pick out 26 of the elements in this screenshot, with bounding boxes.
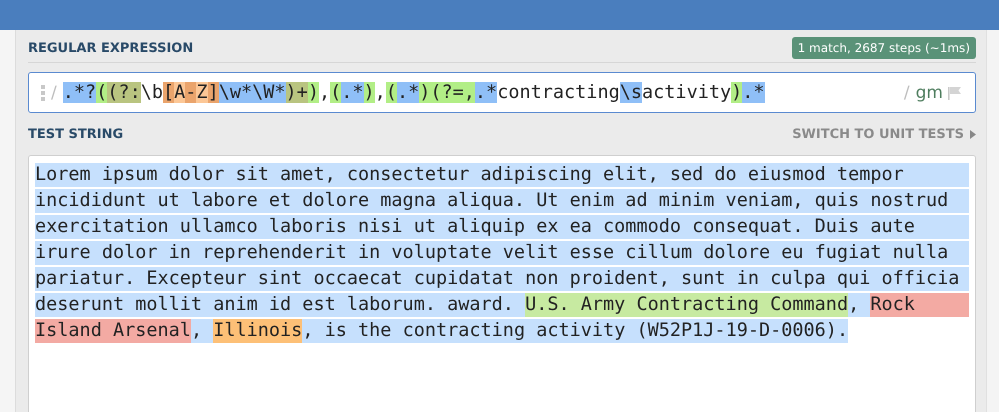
- match-info-badge: 1 match, 2687 steps (~1ms): [792, 37, 976, 59]
- test-text: Lorem ipsum dolor sit amet, consectetur adipiscing elit, sed do eiusmod tempor: [35, 163, 969, 187]
- regex-input-field[interactable]: / .*?((?:\b[A-Z]\w*\W*)+),(.*),(.*)(?=,.*contracting\sactivity).* / gm: [28, 72, 976, 113]
- test-text: ,: [190, 319, 214, 343]
- delimiter: /: [51, 82, 57, 102]
- test-text: exercitation ullamco laboris nisi ut aliquip ex ea commodo consequat. Duis aute: [35, 215, 969, 239]
- test-text: pariatur. Excepteur sint occaecat cupidatat non proident, sunt in culpa qui officia: [35, 267, 969, 291]
- test-text: Rock: [870, 293, 969, 317]
- section-heading: TEST STRING: [28, 127, 124, 142]
- test-text: irure dolor in reprehenderit in voluptate velit esse cillum dolore eu fugiat nulla: [35, 241, 969, 265]
- drag-handle-icon[interactable]: [41, 84, 47, 100]
- test-text: , is the contracting activity (W52P1J-19-D-0006).: [302, 319, 848, 343]
- test-text: Illinois: [213, 319, 302, 343]
- flag-icon[interactable]: [947, 84, 963, 100]
- caret-icon[interactable]: [970, 130, 976, 139]
- regex-text: .*?((?:\b[A-Z]\w*\W*)+),(.*),(.*)(?=,.*contracting\sactivity).*: [62, 80, 765, 104]
- switch-unit-tests-link[interactable]: SWITCH TO UNIT TESTS: [792, 127, 964, 142]
- test-text: Island Arsenal: [35, 319, 191, 343]
- section-heading: REGULAR EXPRESSION: [28, 40, 194, 56]
- test-text: ,: [848, 293, 870, 317]
- test-string-field[interactable]: [28, 155, 976, 412]
- test-text: incididunt ut labore et dolore magna aliqua. Ut enim ad minim veniam, quis nostrud: [35, 189, 969, 213]
- test-text: deserunt mollit anim id est laborum. award.: [35, 293, 526, 317]
- flags-button[interactable]: gm: [916, 82, 943, 102]
- delimiter: /: [904, 82, 910, 102]
- test-text: U.S. Army Contracting Command: [525, 293, 848, 317]
